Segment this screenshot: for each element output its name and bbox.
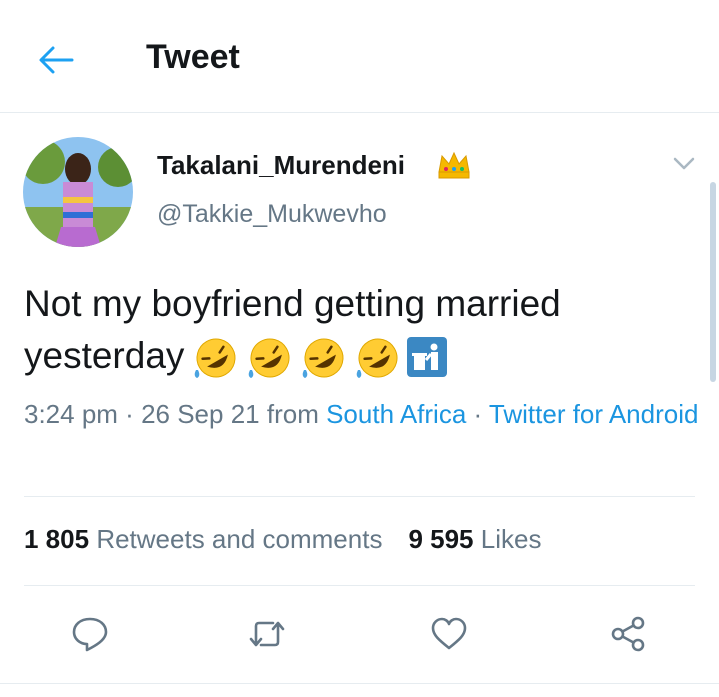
crown-icon	[436, 150, 472, 185]
divider	[24, 496, 695, 497]
back-arrow-icon[interactable]	[36, 40, 76, 80]
tweet-meta: 3:24 pm · 26 Sep 21 from South Africa · …	[24, 394, 704, 435]
rofl-emoji	[303, 338, 344, 379]
retweets-count: 1 805	[24, 524, 90, 554]
tweet-line-2: yesterday	[24, 335, 185, 376]
tweet-stats: 1 805 Retweets and comments 9 595 Likes	[24, 524, 541, 555]
meta-from: from	[259, 399, 327, 429]
author-handle[interactable]: @Takkie_Mukwevho	[157, 200, 387, 229]
tweet-date: 26 Sep 21	[141, 399, 260, 429]
likes-stat[interactable]: 9 595 Likes	[408, 524, 541, 554]
reply-icon[interactable]	[69, 613, 111, 655]
share-icon[interactable]	[607, 613, 649, 655]
rofl-emoji	[357, 338, 398, 379]
meta-separator: ·	[466, 399, 489, 429]
scrollbar[interactable]	[710, 182, 716, 382]
retweets-label: Retweets and comments	[96, 524, 383, 554]
meta-separator: ·	[117, 399, 142, 429]
divider	[0, 683, 719, 684]
likes-label: Likes	[480, 524, 542, 554]
author-name[interactable]: Takalani_Murendeni	[157, 150, 405, 181]
tweet-line-1: Not my boyfriend getting married	[24, 283, 561, 324]
trash-emoji	[407, 337, 448, 378]
retweets-stat[interactable]: 1 805 Retweets and comments	[24, 524, 382, 554]
source-link[interactable]: Twitter for Android	[489, 399, 699, 429]
page-title: Tweet	[146, 38, 240, 76]
rofl-emoji	[249, 338, 290, 379]
avatar[interactable]	[23, 137, 133, 247]
top-app-bar: Tweet	[0, 0, 719, 113]
likes-count: 9 595	[408, 524, 474, 554]
rofl-emoji	[195, 338, 236, 379]
retweet-icon[interactable]	[246, 613, 288, 655]
tweet-text: Not my boyfriend getting married yesterd…	[24, 278, 694, 382]
like-icon[interactable]	[428, 613, 470, 655]
divider	[24, 585, 695, 586]
emoji-row	[190, 336, 448, 380]
location-link[interactable]: South Africa	[326, 399, 466, 429]
tweet-time: 3:24 pm	[24, 399, 118, 429]
chevron-down-icon[interactable]	[672, 156, 696, 177]
